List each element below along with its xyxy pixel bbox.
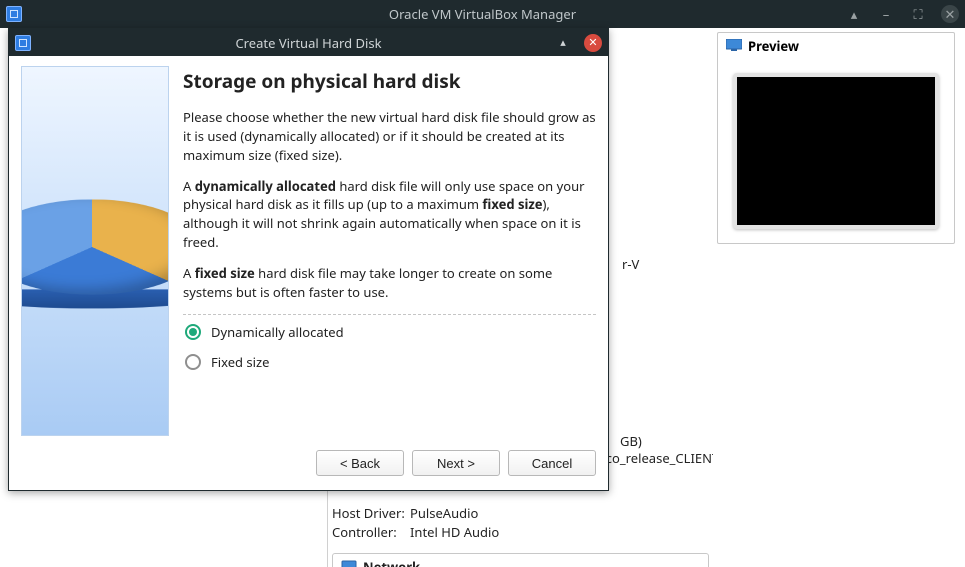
radio-fixed-size[interactable]: Fixed size <box>185 353 596 371</box>
main-window-title: Oracle VM VirtualBox Manager <box>0 5 965 23</box>
dialog-footer: < Back Next > Cancel <box>9 446 608 490</box>
dialog-intro-text: Please choose whether the new virtual ha… <box>183 108 596 165</box>
radio-group-divider <box>183 314 596 315</box>
next-button[interactable]: Next > <box>412 450 500 476</box>
storage-size-fragment: GB) <box>620 433 709 451</box>
radio-button-icon <box>185 354 201 370</box>
create-virtual-hard-disk-dialog: Create Virtual Hard Disk ▴ ✕ Storage on … <box>8 28 609 491</box>
network-section-header[interactable]: Network <box>333 554 708 567</box>
audio-controller-label: Controller: <box>332 523 410 543</box>
preview-header: Preview <box>718 33 954 59</box>
network-section: Network <box>332 553 709 567</box>
main-titlebar: Oracle VM VirtualBox Manager ▴ – ⛶ ✕ <box>0 0 965 28</box>
audio-controller-value: Intel HD Audio <box>410 523 699 543</box>
network-icon <box>341 559 357 567</box>
back-button[interactable]: < Back <box>316 450 404 476</box>
radio-dynamically-allocated[interactable]: Dynamically allocated <box>185 323 596 341</box>
audio-host-driver-value: PulseAudio <box>410 504 699 524</box>
radio-dynamic-label: Dynamically allocated <box>211 323 344 341</box>
preview-panel: Preview <box>713 28 965 567</box>
dialog-title: Create Virtual Hard Disk <box>9 34 608 52</box>
dialog-dynamic-text: A dynamically allocated hard disk file w… <box>183 177 596 252</box>
dialog-titlebar[interactable]: Create Virtual Hard Disk ▴ ✕ <box>9 29 608 56</box>
wizard-illustration <box>21 66 169 436</box>
cancel-button[interactable]: Cancel <box>508 450 596 476</box>
dialog-body: Storage on physical hard disk Please cho… <box>9 56 608 446</box>
radio-button-icon <box>185 324 201 340</box>
dialog-heading: Storage on physical hard disk <box>183 68 596 94</box>
radio-fixed-label: Fixed size <box>211 353 269 371</box>
wizard-content: Storage on physical hard disk Please cho… <box>183 66 596 438</box>
dialog-fixed-text: A fixed size hard disk file may take lon… <box>183 264 596 302</box>
network-section-title: Network <box>363 558 420 567</box>
os-text-fragment: r-V <box>622 255 639 273</box>
monitor-icon <box>726 37 742 55</box>
preview-card: Preview <box>717 32 955 244</box>
preview-screen <box>733 73 939 229</box>
audio-host-driver-label: Host Driver: <box>332 504 410 524</box>
preview-title: Preview <box>748 37 799 55</box>
audio-section-body: Host Driver: PulseAudio Controller: Inte… <box>332 498 709 549</box>
